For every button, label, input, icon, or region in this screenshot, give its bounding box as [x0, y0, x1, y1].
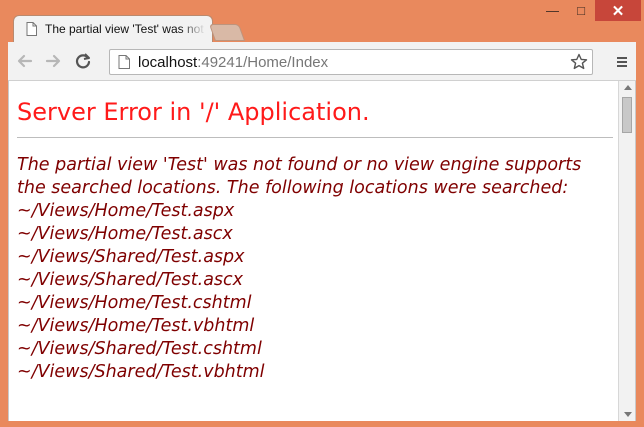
- url-text[interactable]: localhost:49241/Home/Index: [138, 55, 328, 71]
- page-viewport: Server Error in '/' Application. The par…: [8, 81, 636, 421]
- browser-window: The partial view 'Test' was not found or…: [0, 0, 644, 427]
- searched-location: ~/Views/Shared/Test.ascx: [17, 270, 244, 290]
- forward-arrow-icon: [45, 54, 61, 68]
- maximize-icon: □: [577, 3, 585, 18]
- back-arrow-icon: [17, 54, 33, 68]
- searched-location: ~/Views/Shared/Test.vbhtml: [17, 362, 265, 382]
- searched-location: ~/Views/Shared/Test.cshtml: [17, 339, 262, 359]
- forward-button[interactable]: [43, 51, 63, 71]
- page-title: Server Error in '/' Application.: [17, 98, 370, 126]
- error-message: The partial view 'Test' was not found or…: [17, 154, 615, 384]
- url-host: localhost: [138, 54, 198, 71]
- back-button[interactable]: [15, 51, 35, 71]
- error-summary: The partial view 'Test' was not found or…: [17, 155, 582, 198]
- document-icon: [26, 22, 37, 36]
- scroll-down-icon[interactable]: [624, 412, 632, 417]
- tab-title-fade: [180, 19, 206, 39]
- reload-button[interactable]: [73, 51, 93, 71]
- address-bar[interactable]: localhost:49241/Home/Index: [109, 49, 593, 75]
- close-icon: ✕: [611, 2, 625, 20]
- searched-location: ~/Views/Home/Test.cshtml: [17, 293, 252, 313]
- browser-titlebar: The partial view 'Test' was not found or…: [0, 0, 644, 42]
- searched-location: ~/Views/Home/Test.aspx: [17, 201, 235, 221]
- url-path: :49241/Home/Index: [197, 54, 329, 71]
- minimize-button[interactable]: —: [538, 0, 567, 21]
- scrollbar-thumb[interactable]: [622, 97, 632, 133]
- close-window-button[interactable]: ✕: [595, 0, 641, 21]
- scroll-up-icon[interactable]: [624, 85, 632, 90]
- page-icon: [118, 55, 130, 69]
- reload-icon: [75, 53, 91, 69]
- maximize-button[interactable]: □: [567, 0, 595, 21]
- browser-toolbar: localhost:49241/Home/Index: [8, 42, 636, 81]
- vertical-scrollbar[interactable]: [618, 81, 635, 421]
- divider: [17, 137, 613, 138]
- searched-location: ~/Views/Home/Test.ascx: [17, 224, 233, 244]
- menu-icon[interactable]: [615, 55, 629, 69]
- searched-location: ~/Views/Shared/Test.aspx: [17, 247, 245, 267]
- minimize-icon: —: [546, 3, 559, 18]
- searched-location: ~/Views/Home/Test.vbhtml: [17, 316, 255, 336]
- active-tab[interactable]: The partial view 'Test' was not found or…: [13, 15, 213, 42]
- new-tab-button[interactable]: [208, 24, 246, 41]
- star-icon[interactable]: [569, 52, 589, 72]
